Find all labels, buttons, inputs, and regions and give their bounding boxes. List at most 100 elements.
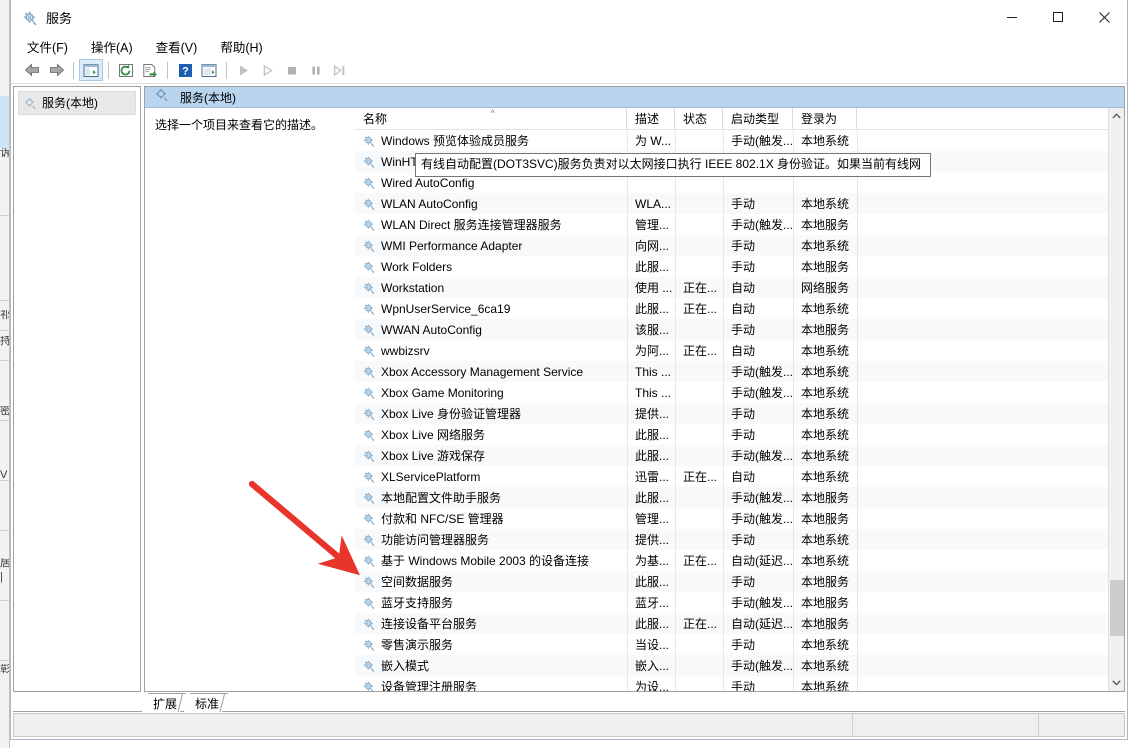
background-text-fragment: | — [0, 572, 10, 583]
service-row[interactable]: WpnUserService_6ca19此服...正在...自动本地系统 — [355, 298, 1108, 319]
service-row[interactable]: Xbox Live 网络服务此服...手动本地系统 — [355, 424, 1108, 445]
service-row[interactable]: 付款和 NFC/SE 管理器管理...手动(触发...本地服务 — [355, 508, 1108, 529]
service-row[interactable]: wwbizsrv为阿...正在...自动本地系统 — [355, 340, 1108, 361]
pause-service-button[interactable] — [304, 59, 328, 81]
tooltip: 有线自动配置(DOT3SVC)服务负责对以太网接口执行 IEEE 802.1X … — [415, 153, 931, 177]
services-gear-icon — [362, 323, 376, 337]
details-pane-body: 选择一个项目来查看它的描述。 名称 ^ 描述 状态 启动类型 登录为 — [145, 108, 1124, 691]
service-row[interactable]: Workstation使用 ...正在...自动网络服务 — [355, 277, 1108, 298]
refresh-button[interactable] — [114, 59, 138, 81]
service-row[interactable]: Xbox Game MonitoringThis ...手动(触发...本地系统 — [355, 382, 1108, 403]
back-button[interactable] — [20, 59, 44, 81]
service-row[interactable]: 连接设备平台服务此服...正在...自动(延迟...本地服务 — [355, 613, 1108, 634]
service-row[interactable]: Xbox Accessory Management ServiceThis ..… — [355, 361, 1108, 382]
scroll-up-button[interactable] — [1109, 108, 1125, 125]
service-startup-cell: 手动 — [723, 634, 793, 655]
help-button[interactable]: ? — [173, 59, 197, 81]
services-gear-icon — [362, 470, 376, 484]
minimize-button[interactable] — [989, 0, 1035, 34]
tab-standard[interactable]: 标准 — [184, 693, 228, 712]
restart-service-button[interactable] — [328, 59, 352, 81]
service-row[interactable]: 零售演示服务当设...手动本地系统 — [355, 634, 1108, 655]
service-name-label: 蓝牙支持服务 — [381, 594, 453, 611]
vertical-scrollbar[interactable] — [1108, 108, 1124, 691]
service-row[interactable]: WMI Performance Adapter向网...手动本地系统 — [355, 235, 1108, 256]
service-row[interactable]: 功能访问管理器服务提供...手动本地系统 — [355, 529, 1108, 550]
service-row[interactable]: 基于 Windows Mobile 2003 的设备连接为基...正在...自动… — [355, 550, 1108, 571]
column-header-log-on-as[interactable]: 登录为 — [793, 108, 857, 129]
service-row[interactable]: WWAN AutoConfig该服...手动本地服务 — [355, 319, 1108, 340]
service-logon-cell: 本地系统 — [793, 634, 857, 655]
background-text-fragment: 密 — [0, 406, 10, 417]
service-startup-cell: 手动(触发... — [723, 214, 793, 235]
close-button[interactable] — [1081, 0, 1127, 34]
service-row[interactable]: 空间数据服务此服...手动本地服务 — [355, 571, 1108, 592]
scrollbar-track[interactable] — [1109, 125, 1125, 674]
service-logon-cell: 本地服务 — [793, 592, 857, 613]
sidebar-item-services-local[interactable]: 服务(本地) — [18, 91, 136, 115]
services-gear-icon — [362, 659, 376, 673]
service-name-label: 零售演示服务 — [381, 636, 453, 653]
service-row[interactable]: 本地配置文件助手服务此服...手动(触发...本地服务 — [355, 487, 1108, 508]
service-description-cell: 管理... — [627, 508, 675, 529]
service-name-label: 本地配置文件助手服务 — [381, 489, 501, 506]
service-row[interactable]: XLServicePlatform迅雷...正在...自动本地系统 — [355, 466, 1108, 487]
service-name-label: Xbox Live 身份验证管理器 — [381, 405, 521, 422]
service-name-cell: Xbox Live 网络服务 — [355, 424, 627, 445]
services-gear-icon — [362, 638, 376, 652]
service-row[interactable]: 设备管理注册服务为设...手动本地系统 — [355, 676, 1108, 691]
service-row[interactable]: WLAN AutoConfigWLA...手动本地系统 — [355, 193, 1108, 214]
service-name-cell: XLServicePlatform — [355, 466, 627, 487]
stop-service-button[interactable] — [280, 59, 304, 81]
service-name-cell: 付款和 NFC/SE 管理器 — [355, 508, 627, 529]
scrollbar-thumb[interactable] — [1110, 580, 1124, 636]
service-row[interactable]: Xbox Live 身份验证管理器提供...手动本地系统 — [355, 403, 1108, 424]
service-status-cell — [675, 403, 723, 424]
service-name-label: Work Folders — [381, 260, 452, 274]
service-row[interactable]: 蓝牙支持服务蓝牙...手动(触发...本地服务 — [355, 592, 1108, 613]
export-list-button[interactable] — [138, 59, 162, 81]
service-name-label: WLAN Direct 服务连接管理器服务 — [381, 216, 562, 233]
service-description-cell: This ... — [627, 382, 675, 403]
service-row[interactable]: Windows 预览体验成员服务为 W...手动(触发...本地系统 — [355, 130, 1108, 151]
menu-view[interactable]: 查看(V) — [156, 35, 208, 58]
service-name-label: wwbizsrv — [381, 344, 430, 358]
service-name-label: Xbox Live 网络服务 — [381, 426, 485, 443]
menu-file[interactable]: 文件(F) — [27, 35, 78, 58]
services-gear-icon — [362, 176, 376, 190]
service-name-cell: 功能访问管理器服务 — [355, 529, 627, 550]
background-text-fragment: V — [0, 470, 10, 481]
service-name-cell: 设备管理注册服务 — [355, 676, 627, 691]
column-header-status[interactable]: 状态 — [675, 108, 723, 129]
maximize-button[interactable] — [1035, 0, 1081, 34]
service-description-cell: 蓝牙... — [627, 592, 675, 613]
toolbar: ? — [11, 57, 1127, 83]
service-row[interactable]: Work Folders此服...手动本地服务 — [355, 256, 1108, 277]
service-name-label: 嵌入模式 — [381, 657, 429, 674]
service-startup-cell: 手动(触发... — [723, 508, 793, 529]
column-header-description[interactable]: 描述 — [627, 108, 675, 129]
resume-service-button[interactable] — [256, 59, 280, 81]
menu-help[interactable]: 帮助(H) — [220, 35, 272, 58]
service-row[interactable]: WLAN Direct 服务连接管理器服务管理...手动(触发...本地服务 — [355, 214, 1108, 235]
service-status-cell: 正在... — [675, 550, 723, 571]
service-logon-cell: 本地系统 — [793, 298, 857, 319]
service-description-cell: 此服... — [627, 487, 675, 508]
service-status-cell — [675, 592, 723, 613]
service-row[interactable]: 嵌入模式嵌入...手动(触发...本地系统 — [355, 655, 1108, 676]
scroll-down-button[interactable] — [1109, 674, 1125, 691]
tab-extended[interactable]: 扩展 — [142, 693, 186, 712]
properties-button[interactable] — [197, 59, 221, 81]
column-header-name[interactable]: 名称 ^ — [355, 108, 627, 129]
show-hide-tree-button[interactable] — [79, 59, 103, 81]
service-startup-cell: 手动(触发... — [723, 361, 793, 382]
service-description-cell: 此服... — [627, 298, 675, 319]
column-header-startup-type[interactable]: 启动类型 — [723, 108, 793, 129]
forward-button[interactable] — [44, 59, 68, 81]
service-row[interactable]: Xbox Live 游戏保存此服...手动(触发...本地系统 — [355, 445, 1108, 466]
services-row-container[interactable]: Windows 预览体验成员服务为 W...手动(触发...本地系统WinHTT… — [355, 130, 1108, 691]
menu-action[interactable]: 操作(A) — [91, 35, 143, 58]
start-service-button[interactable] — [232, 59, 256, 81]
service-startup-cell: 手动(触发... — [723, 655, 793, 676]
background-text-fragment: 彰 — [0, 664, 10, 675]
